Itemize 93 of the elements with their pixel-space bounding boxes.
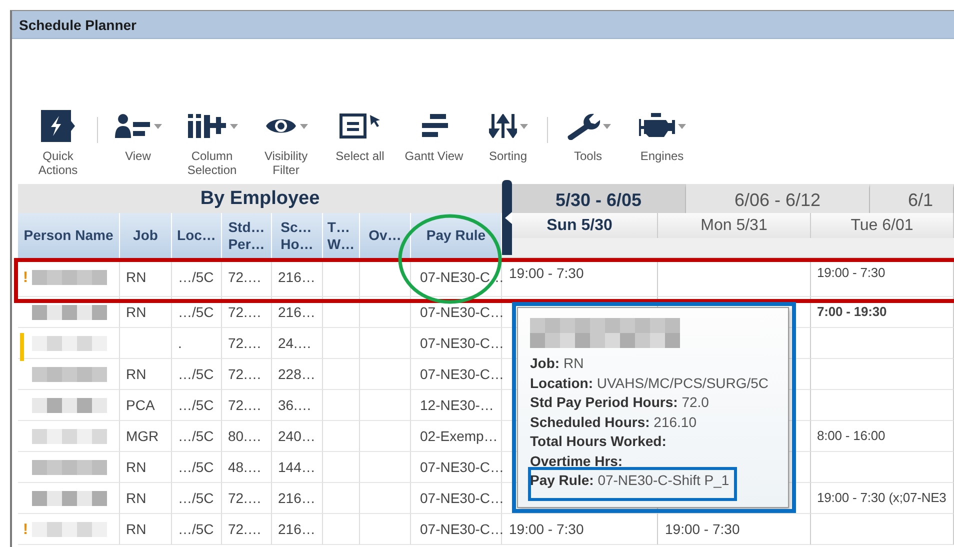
table-cell: …/5C bbox=[172, 421, 222, 452]
window-title: Schedule Planner bbox=[18, 16, 136, 33]
table-cell: 07-NE30-C… bbox=[411, 297, 502, 328]
day-header: Tue 6/01 bbox=[850, 216, 914, 234]
shift-cell: 7:00 - 19:30 bbox=[811, 297, 954, 328]
eye-tool-button[interactable]: Visibility Filter bbox=[249, 107, 323, 177]
table-cell: 144… bbox=[272, 452, 323, 483]
table-cell: …/5C bbox=[172, 452, 222, 483]
tooltip-line: Pay Rule: 07-NE30-C-Shift P_1 bbox=[530, 471, 730, 490]
table-cell: 216… bbox=[272, 483, 323, 514]
caret-icon bbox=[300, 124, 308, 128]
table-cell: 228… bbox=[272, 359, 323, 390]
columns-add-icon bbox=[186, 114, 226, 138]
tooltip-line: Std Pay Period Hours: 72.0 bbox=[530, 393, 709, 412]
engine-icon bbox=[638, 113, 674, 139]
shift-cell: 19:00 - 7:30 (x;07-NE3 bbox=[811, 483, 954, 514]
table-cell: RN bbox=[120, 297, 172, 328]
column-header[interactable]: Job bbox=[133, 227, 158, 244]
table-cell: 216… bbox=[272, 297, 323, 328]
caret-icon bbox=[520, 124, 528, 128]
table-cell: 216… bbox=[272, 258, 323, 297]
shift-cell: 19:00 - 7:30 bbox=[502, 258, 658, 297]
table-cell: 07-NE30-C… bbox=[411, 328, 502, 359]
select-all-tool-button[interactable]: Select all bbox=[323, 107, 397, 163]
engine-tool-button[interactable]: Engines bbox=[625, 107, 699, 163]
table-cell: 80.… bbox=[222, 421, 272, 452]
tooltip-line: Job: RN bbox=[530, 354, 584, 373]
sort-icon bbox=[488, 114, 516, 138]
table-cell: 07-NE30-C… bbox=[411, 359, 502, 390]
tooltip-line: Overtime Hrs: bbox=[530, 452, 623, 470]
alert-mark: ! bbox=[23, 268, 28, 286]
table-cell: 07-NE30-C… bbox=[411, 514, 502, 545]
shift-cell: 8:00 - 16:00 bbox=[811, 421, 954, 452]
table-cell: 24.… bbox=[272, 328, 323, 359]
caret-icon bbox=[602, 124, 610, 128]
table-cell: 216… bbox=[272, 514, 323, 545]
caret-icon bbox=[154, 124, 162, 128]
sort-tool-button[interactable]: Sorting bbox=[471, 107, 545, 163]
table-cell: …/5C bbox=[172, 390, 222, 421]
shift-cell: 19:00 - 7:30 bbox=[811, 258, 954, 297]
table-cell: 72.… bbox=[222, 514, 272, 545]
lightning-icon bbox=[40, 109, 76, 143]
table-cell: RN bbox=[120, 452, 172, 483]
caret-icon bbox=[230, 124, 238, 128]
table-cell: …/5C bbox=[172, 258, 222, 297]
person-list-tool-button[interactable]: View bbox=[101, 107, 175, 163]
table-cell: RN bbox=[120, 359, 172, 390]
table-cell: 36.… bbox=[272, 390, 323, 421]
table-cell: 72.… bbox=[222, 258, 272, 297]
table-cell: 07-NE30-C… bbox=[411, 483, 502, 514]
select-all-icon bbox=[339, 113, 381, 139]
day-header: Mon 5/31 bbox=[700, 216, 768, 234]
shift-cell: 19:00 - 7:30 bbox=[658, 514, 811, 545]
bolt-tool-button[interactable]: Quick Actions bbox=[21, 107, 95, 177]
table-cell: 72.… bbox=[222, 483, 272, 514]
week-tab[interactable]: 6/1 bbox=[870, 184, 954, 213]
table-cell: …/5C bbox=[172, 359, 222, 390]
week-tab[interactable]: 5/30 - 6/05 bbox=[512, 184, 686, 213]
grid-title: By Employee bbox=[200, 188, 320, 210]
table-cell: 240… bbox=[272, 421, 323, 452]
week-tab[interactable]: 6/06 - 6/12 bbox=[686, 184, 870, 213]
caret-icon bbox=[678, 124, 686, 128]
table-cell: 12-NE30-… bbox=[411, 390, 502, 421]
tooltip-line: Total Hours Worked: bbox=[530, 432, 666, 451]
splitter-handle[interactable] bbox=[502, 180, 512, 255]
tooltip-line: Scheduled Hours: 216.10 bbox=[530, 412, 697, 432]
table-cell: …/5C bbox=[172, 483, 222, 514]
wrench-icon bbox=[566, 112, 600, 140]
collapse-arrow-icon bbox=[505, 212, 512, 224]
person-list-icon bbox=[114, 113, 150, 139]
table-cell: 02-Exemp… bbox=[411, 421, 502, 452]
table-cell: . bbox=[172, 328, 222, 359]
table-cell: RN bbox=[120, 514, 172, 545]
table-cell: 72.… bbox=[222, 390, 272, 421]
table-cell: 72.… bbox=[222, 297, 272, 328]
table-cell: …/5C bbox=[172, 297, 222, 328]
table-cell: 72.… bbox=[222, 328, 272, 359]
table-cell: …/5C bbox=[172, 514, 222, 545]
table-cell: PCA bbox=[120, 390, 172, 421]
shift-cell: 19:00 - 7:30 bbox=[502, 514, 658, 545]
day-header: Sun 5/30 bbox=[546, 216, 612, 234]
gantt-tool-button[interactable]: Gantt View bbox=[397, 107, 471, 163]
alert-mark: ! bbox=[23, 520, 28, 538]
table-cell: MGR bbox=[120, 421, 172, 452]
columns-add-tool-button[interactable]: Column Selection bbox=[175, 107, 249, 177]
table-cell: RN bbox=[120, 258, 172, 297]
table-cell: 07-NE30-C… bbox=[411, 452, 502, 483]
table-cell: 48.… bbox=[222, 452, 272, 483]
gantt-bars-icon bbox=[420, 114, 448, 138]
wrench-tool-button[interactable]: Tools bbox=[551, 107, 625, 163]
table-cell: RN bbox=[120, 483, 172, 514]
table-cell: 72.… bbox=[222, 359, 272, 390]
tooltip-line: Location: UVAHS/MC/PCS/SURG/5C bbox=[530, 374, 769, 392]
